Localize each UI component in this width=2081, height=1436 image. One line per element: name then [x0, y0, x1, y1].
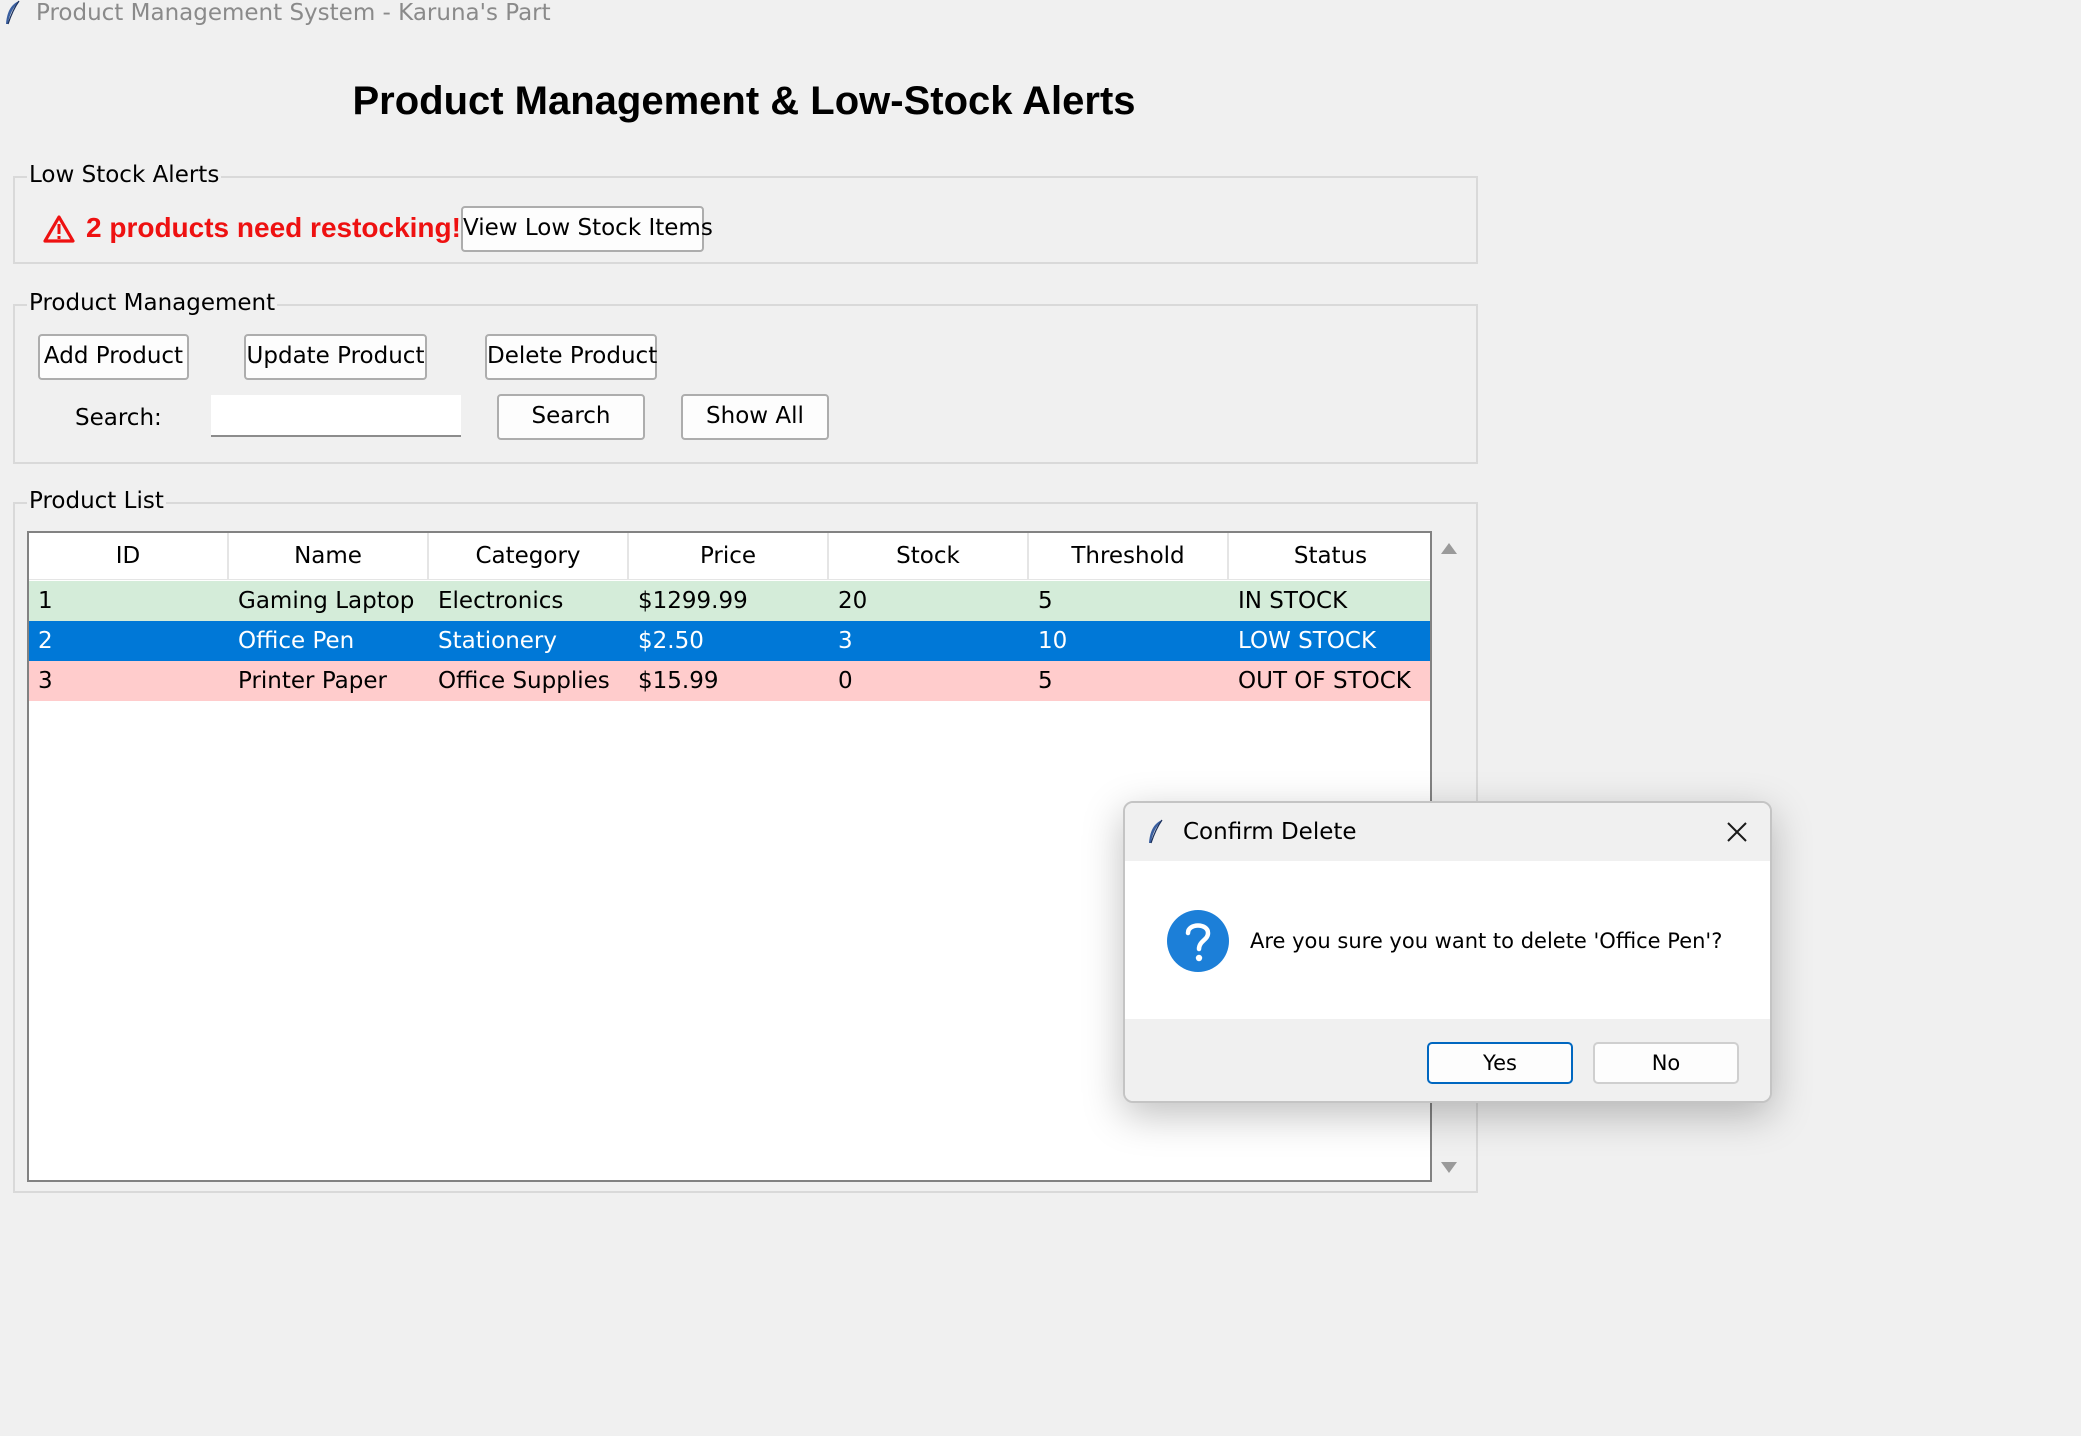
product-management-frame [13, 304, 1478, 464]
warning-icon [43, 215, 75, 243]
table-cell-threshold: 5 [1038, 588, 1053, 614]
table-cell-id: 2 [38, 628, 53, 654]
search-input[interactable] [211, 395, 461, 437]
feather-icon [6, 0, 20, 25]
column-header-id[interactable]: ID [29, 533, 229, 579]
column-header-threshold[interactable]: Threshold [1029, 533, 1229, 579]
scroll-down-arrow-icon[interactable] [1441, 1162, 1457, 1173]
table-cell-status: LOW STOCK [1238, 628, 1377, 654]
column-header-status[interactable]: Status [1229, 533, 1430, 579]
no-button[interactable]: No [1593, 1042, 1739, 1084]
table-cell-name: Printer Paper [238, 668, 387, 694]
feather-icon [1149, 819, 1163, 844]
table-cell-price: $1299.99 [638, 588, 748, 614]
close-icon[interactable] [1726, 821, 1748, 843]
column-header-price[interactable]: Price [629, 533, 829, 579]
column-header-category[interactable]: Category [429, 533, 629, 579]
window-title: Product Management System - Karuna's Par… [36, 0, 551, 26]
low-stock-frame-label: Low Stock Alerts [27, 161, 222, 189]
table-cell-category: Stationery [438, 628, 557, 654]
window-titlebar: Product Management System - Karuna's Par… [0, 0, 2081, 33]
table-header: ID Name Category Price Stock Threshold S… [29, 533, 1430, 580]
scroll-up-arrow-icon[interactable] [1441, 543, 1457, 554]
show-all-button[interactable]: Show All [681, 394, 829, 440]
table-cell-id: 3 [38, 668, 53, 694]
table-cell-price: $2.50 [638, 628, 704, 654]
page-heading: Product Management & Low-Stock Alerts [352, 79, 1136, 123]
table-cell-price: $15.99 [638, 668, 719, 694]
table-cell-name: Gaming Laptop [238, 588, 415, 614]
table-cell-threshold: 10 [1038, 628, 1068, 654]
table-cell-id: 1 [38, 588, 53, 614]
delete-product-button[interactable]: Delete Product [485, 334, 657, 380]
table-cell-name: Office Pen [238, 628, 355, 654]
table-cell-threshold: 5 [1038, 668, 1053, 694]
column-header-stock[interactable]: Stock [829, 533, 1029, 579]
dialog-title: Confirm Delete [1183, 819, 1357, 845]
question-icon [1167, 910, 1229, 972]
table-cell-category: Office Supplies [438, 668, 610, 694]
search-label: Search: [75, 405, 162, 431]
dialog-footer: Yes No [1125, 1019, 1770, 1101]
table-cell-stock: 0 [838, 668, 853, 694]
dialog-message: Are you sure you want to delete 'Office … [1250, 929, 1723, 953]
add-product-button[interactable]: Add Product [38, 334, 189, 380]
product-management-frame-label: Product Management [27, 289, 278, 317]
table-row[interactable]: 3 Printer Paper Office Supplies $15.99 0… [29, 661, 1430, 701]
table-cell-stock: 3 [838, 628, 853, 654]
search-button[interactable]: Search [497, 394, 645, 440]
update-product-button[interactable]: Update Product [244, 334, 427, 380]
table-row[interactable]: 2 Office Pen Stationery $2.50 3 10 LOW S… [29, 621, 1430, 661]
view-low-stock-button[interactable]: View Low Stock Items [461, 206, 713, 252]
table-cell-stock: 20 [838, 588, 868, 614]
column-header-name[interactable]: Name [229, 533, 429, 579]
dialog-titlebar: Confirm Delete [1125, 803, 1770, 861]
table-cell-status: IN STOCK [1238, 588, 1348, 614]
low-stock-alert-text: 2 products need restocking! [86, 212, 461, 243]
product-list-frame-label: Product List [27, 487, 166, 515]
table-cell-category: Electronics [438, 588, 564, 614]
dialog-body: Are you sure you want to delete 'Office … [1125, 861, 1770, 1019]
confirm-delete-dialog: Confirm Delete Are you sure you want to … [1123, 801, 1772, 1103]
yes-button[interactable]: Yes [1427, 1042, 1573, 1084]
table-row[interactable]: 1 Gaming Laptop Electronics $1299.99 20 … [29, 581, 1430, 621]
table-cell-status: OUT OF STOCK [1238, 668, 1411, 694]
